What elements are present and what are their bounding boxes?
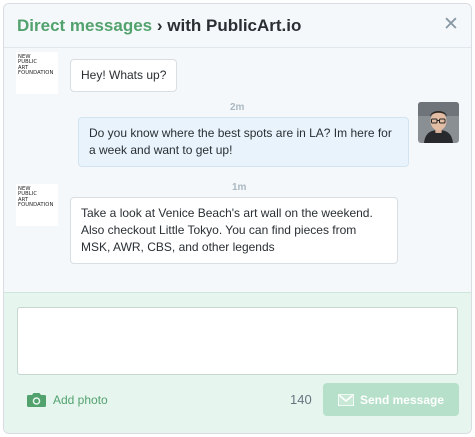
dm-modal: Direct messages › with PublicArt.io ✕ NE… (3, 3, 472, 434)
direct-messages-link[interactable]: Direct messages (17, 16, 152, 35)
message-timestamp: 1m (232, 182, 247, 193)
avatar-text-line: FOUNDATION (18, 70, 54, 77)
avatar-text-line: FOUNDATION (18, 202, 54, 209)
camera-icon (27, 393, 46, 407)
add-photo-button[interactable]: Add photo (27, 392, 108, 407)
message-bubble: Hey! Whats up? (70, 59, 178, 92)
send-message-button[interactable]: Send message (323, 383, 459, 416)
conversation-title: with PublicArt.io (167, 16, 302, 35)
send-message-label: Send message (359, 392, 445, 407)
message-input[interactable] (17, 307, 458, 375)
message-bubble: Do you know where the best spots are in … (78, 117, 409, 167)
user-photo (418, 102, 459, 143)
character-counter: 140 (290, 392, 312, 407)
message-composer: Add photo 140 Send message (4, 292, 471, 433)
avatar[interactable]: NEW PUBLIC ART FOUNDATION (16, 52, 58, 94)
close-icon[interactable]: ✕ (441, 15, 461, 35)
modal-header: Direct messages › with PublicArt.io ✕ (4, 4, 471, 48)
message-bubble: Take a look at Venice Beach's art wall o… (70, 197, 398, 264)
avatar[interactable] (418, 102, 459, 143)
avatar[interactable]: NEW PUBLIC ART FOUNDATION (16, 184, 58, 226)
breadcrumb-separator: › (156, 16, 163, 35)
conversation-thread[interactable]: NEW PUBLIC ART FOUNDATION Hey! Whats up?… (4, 49, 471, 292)
send-icon (337, 393, 354, 406)
add-photo-label: Add photo (53, 392, 108, 407)
modal-title: Direct messages › with PublicArt.io (17, 16, 301, 36)
message-timestamp: 2m (230, 102, 245, 113)
